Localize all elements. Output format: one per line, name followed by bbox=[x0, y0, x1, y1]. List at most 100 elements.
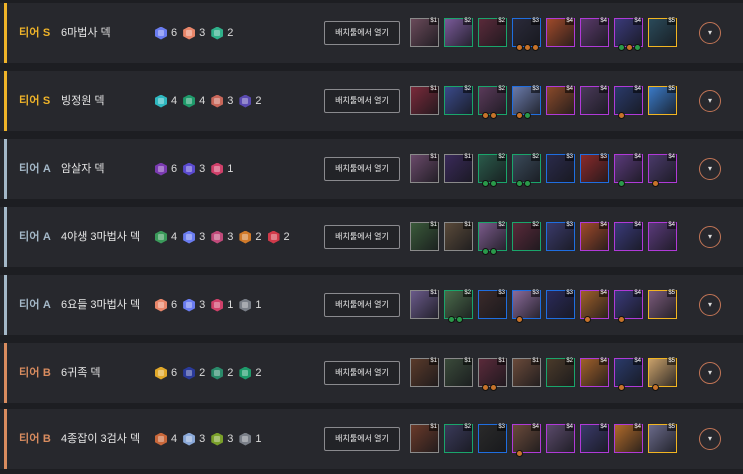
champion-portrait[interactable]: $5 bbox=[648, 424, 677, 453]
champion-portrait[interactable]: $2 bbox=[444, 424, 473, 453]
champion-portrait[interactable]: $4 bbox=[546, 18, 575, 47]
champion-portrait[interactable]: $4 bbox=[580, 424, 609, 453]
champion-portrait[interactable]: $3 bbox=[478, 290, 507, 319]
champion-portrait[interactable]: $4 bbox=[614, 358, 643, 391]
expand-chevron-icon[interactable]: ▾ bbox=[699, 158, 721, 180]
trait-badge[interactable]: 2 bbox=[239, 230, 262, 244]
item-icon[interactable] bbox=[634, 44, 641, 51]
deck-row[interactable]: 티어 B 6귀족 덱 6 2 2 2 배치툴에서 열기 $1 $1 $1 $1 $2 $4 $4 $5 ▾ bbox=[0, 343, 743, 403]
open-in-builder-button[interactable]: 배치툴에서 열기 bbox=[324, 225, 400, 249]
champion-portrait[interactable]: $2 bbox=[444, 18, 473, 47]
champion-portrait[interactable]: $4 bbox=[580, 290, 609, 323]
trait-badge[interactable]: 4 bbox=[155, 432, 177, 446]
champion-portrait[interactable]: $1 bbox=[410, 358, 439, 387]
champion-portrait[interactable]: $4 bbox=[512, 424, 541, 457]
champion-portrait[interactable]: $1 bbox=[444, 154, 473, 183]
expand-chevron-icon[interactable]: ▾ bbox=[699, 226, 721, 248]
champion-portrait[interactable]: $2 bbox=[478, 86, 507, 119]
item-icon[interactable] bbox=[482, 248, 489, 255]
item-icon[interactable] bbox=[516, 316, 523, 323]
trait-badge[interactable]: 6 bbox=[155, 162, 177, 176]
trait-badge[interactable]: 4 bbox=[155, 94, 177, 108]
champion-portrait[interactable]: $4 bbox=[580, 222, 609, 251]
deck-row[interactable]: 티어 A 6요들 3마법사 덱 6 3 1 1 배치툴에서 열기 $1 $2 $3 $3 $3 $4 $4… bbox=[0, 275, 743, 335]
champion-portrait[interactable]: $4 bbox=[580, 86, 609, 115]
item-icon[interactable] bbox=[524, 180, 531, 187]
champion-portrait[interactable]: $2 bbox=[478, 222, 507, 255]
trait-badge[interactable]: 6 bbox=[155, 366, 177, 380]
champion-portrait[interactable]: $3 bbox=[546, 154, 575, 183]
trait-badge[interactable]: 1 bbox=[211, 298, 233, 312]
item-icon[interactable] bbox=[618, 112, 625, 119]
deck-row[interactable]: 티어 S 빙정원 덱 4 4 3 2 배치툴에서 열기 $1 $2 $2 $3 $4 $4 $4 $5 ▾ bbox=[0, 71, 743, 131]
champion-portrait[interactable]: $4 bbox=[614, 424, 643, 453]
deck-row[interactable]: 티어 A 4야생 3마법사 덱 4 3 3 2 2 배치툴에서 열기 $1 $1 $2 $2 $3 $4 $… bbox=[0, 207, 743, 267]
trait-badge[interactable]: 3 bbox=[183, 162, 205, 176]
item-icon[interactable] bbox=[618, 384, 625, 391]
expand-chevron-icon[interactable]: ▾ bbox=[699, 22, 721, 44]
champion-portrait[interactable]: $4 bbox=[546, 424, 575, 453]
champion-portrait[interactable]: $1 bbox=[410, 18, 439, 47]
champion-portrait[interactable]: $4 bbox=[614, 86, 643, 119]
trait-badge[interactable]: 4 bbox=[183, 94, 205, 108]
trait-badge[interactable]: 2 bbox=[183, 366, 205, 380]
champion-portrait[interactable]: $4 bbox=[614, 18, 643, 51]
champion-portrait[interactable]: $1 bbox=[410, 290, 439, 319]
champion-portrait[interactable]: $4 bbox=[614, 222, 643, 251]
item-icon[interactable] bbox=[490, 384, 497, 391]
champion-portrait[interactable]: $3 bbox=[478, 424, 507, 453]
expand-chevron-icon[interactable]: ▾ bbox=[699, 362, 721, 384]
champion-portrait[interactable]: $2 bbox=[512, 154, 541, 187]
champion-portrait[interactable]: $4 bbox=[546, 86, 575, 115]
item-icon[interactable] bbox=[482, 112, 489, 119]
champion-portrait[interactable]: $1 bbox=[444, 222, 473, 251]
champion-portrait[interactable]: $2 bbox=[478, 154, 507, 187]
champion-portrait[interactable]: $4 bbox=[614, 290, 643, 323]
item-icon[interactable] bbox=[618, 44, 625, 51]
trait-badge[interactable]: 4 bbox=[155, 230, 177, 244]
champion-portrait[interactable]: $3 bbox=[546, 290, 575, 319]
item-icon[interactable] bbox=[532, 44, 539, 51]
expand-chevron-icon[interactable]: ▾ bbox=[699, 90, 721, 112]
champion-portrait[interactable]: $2 bbox=[546, 358, 575, 387]
champion-portrait[interactable]: $1 bbox=[444, 358, 473, 387]
champion-portrait[interactable]: $5 bbox=[648, 358, 677, 391]
champion-portrait[interactable]: $4 bbox=[580, 358, 609, 387]
item-icon[interactable] bbox=[618, 180, 625, 187]
expand-chevron-icon[interactable]: ▾ bbox=[699, 428, 721, 450]
trait-badge[interactable]: 2 bbox=[211, 366, 233, 380]
open-in-builder-button[interactable]: 배치툴에서 열기 bbox=[324, 427, 400, 451]
champion-portrait[interactable]: $4 bbox=[614, 154, 643, 187]
item-icon[interactable] bbox=[516, 112, 523, 119]
item-icon[interactable] bbox=[516, 180, 523, 187]
open-in-builder-button[interactable]: 배치툴에서 열기 bbox=[324, 157, 400, 181]
item-icon[interactable] bbox=[516, 450, 523, 457]
champion-portrait[interactable]: $2 bbox=[478, 18, 507, 47]
trait-badge[interactable]: 1 bbox=[239, 298, 262, 312]
item-icon[interactable] bbox=[490, 248, 497, 255]
item-icon[interactable] bbox=[490, 180, 497, 187]
trait-badge[interactable]: 2 bbox=[239, 366, 262, 380]
item-icon[interactable] bbox=[516, 44, 523, 51]
item-icon[interactable] bbox=[448, 316, 455, 323]
champion-portrait[interactable]: $1 bbox=[410, 222, 439, 251]
trait-badge[interactable]: 6 bbox=[155, 26, 177, 40]
champion-portrait[interactable]: $2 bbox=[444, 290, 473, 323]
champion-portrait[interactable]: $3 bbox=[512, 18, 541, 51]
item-icon[interactable] bbox=[626, 44, 633, 51]
item-icon[interactable] bbox=[456, 316, 463, 323]
item-icon[interactable] bbox=[524, 44, 531, 51]
deck-row[interactable]: 티어 B 4종잡이 3검사 덱 4 3 3 1 배치툴에서 열기 $1 $2 $3 $4 $4 $4 $4… bbox=[0, 409, 743, 469]
item-icon[interactable] bbox=[482, 180, 489, 187]
item-icon[interactable] bbox=[652, 384, 659, 391]
trait-badge[interactable]: 3 bbox=[211, 230, 233, 244]
open-in-builder-button[interactable]: 배치툴에서 열기 bbox=[324, 293, 400, 317]
trait-badge[interactable]: 2 bbox=[211, 26, 233, 40]
champion-portrait[interactable]: $5 bbox=[648, 86, 677, 115]
trait-badge[interactable]: 3 bbox=[211, 432, 233, 446]
champion-portrait[interactable]: $2 bbox=[444, 86, 473, 115]
champion-portrait[interactable]: $1 bbox=[410, 86, 439, 115]
expand-chevron-icon[interactable]: ▾ bbox=[699, 294, 721, 316]
champion-portrait[interactable]: $3 bbox=[546, 222, 575, 251]
champion-portrait[interactable]: $1 bbox=[512, 358, 541, 387]
